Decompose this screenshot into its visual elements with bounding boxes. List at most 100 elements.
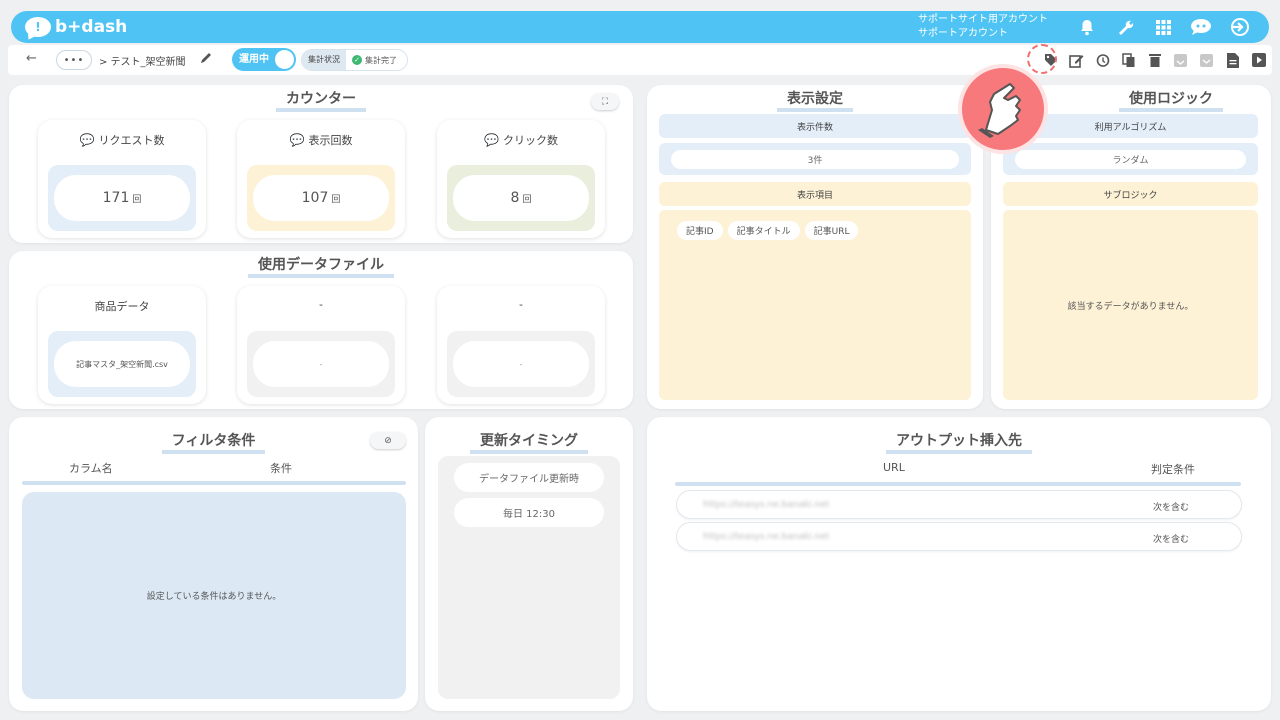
counter-impressions: 💬 表示回数 107 回 bbox=[237, 120, 405, 238]
expand-icon[interactable]: ⛶ bbox=[591, 93, 619, 110]
datafile-value-box: 記事マスタ_架空新聞.csv bbox=[48, 331, 196, 397]
chat-robot-icon[interactable] bbox=[1189, 16, 1213, 38]
document-icon[interactable] bbox=[1223, 51, 1242, 69]
counter-unit: 回 bbox=[522, 194, 532, 205]
timing-area: データファイル更新時 毎日 12:30 bbox=[438, 456, 620, 699]
display-settings-card: 表示設定 表示件数 3件 表示項目 記事ID 記事タイトル 記事URL bbox=[647, 85, 983, 409]
display-chip: 記事タイトル bbox=[727, 221, 800, 240]
output-col-condition: 判定条件 bbox=[1151, 463, 1195, 476]
operation-toggle[interactable]: 運用中 bbox=[232, 48, 296, 71]
aggregate-status: 集計状況 ✓ 集計完了 bbox=[301, 49, 408, 71]
timing-item: データファイル更新時 bbox=[454, 463, 604, 492]
unarchive-icon[interactable] bbox=[1197, 51, 1216, 69]
display-chip: 記事ID bbox=[677, 221, 723, 240]
action-toolbar bbox=[1041, 51, 1268, 69]
bell-icon[interactable] bbox=[1075, 16, 1099, 38]
breadcrumb-bar: ← ••• > テスト_架空新聞 運用中 集計状況 ✓ 集計完了 bbox=[8, 45, 1272, 75]
tag-icon-highlight bbox=[1027, 44, 1057, 74]
display-count-head: 表示件数 bbox=[659, 114, 971, 138]
filter-empty-text: 設定している条件はありません。 bbox=[146, 592, 282, 602]
counter-value-box: 8回 bbox=[447, 165, 595, 231]
datafile-label: 商品データ bbox=[94, 300, 150, 313]
chat-icon: 💬 bbox=[484, 133, 499, 147]
account-line-2: サポートアカウント bbox=[918, 28, 1008, 39]
counter-value: 171 bbox=[102, 190, 130, 206]
counter-clicks: 💬 クリック数 8回 bbox=[437, 120, 605, 238]
counter-value-box: 107 回 bbox=[247, 165, 395, 231]
pointing-hand-icon bbox=[958, 64, 1048, 154]
account-line-1: サポートサイト用アカウント bbox=[918, 14, 1048, 25]
output-header-line bbox=[675, 482, 1241, 486]
counter-label: 表示回数 bbox=[308, 134, 353, 147]
datafile-label: - bbox=[319, 298, 323, 311]
wrench-icon[interactable] bbox=[1113, 16, 1137, 38]
output-col-url: URL bbox=[883, 461, 905, 474]
counter-requests: 💬 リクエスト数 171 回 bbox=[38, 120, 206, 238]
back-arrow-icon[interactable]: ← bbox=[26, 51, 37, 66]
output-row[interactable]: https://teasys.ne.banaki.net 次を含む bbox=[676, 522, 1242, 551]
output-row[interactable]: https://teasys.ne.banaki.net 次を含む bbox=[676, 490, 1242, 519]
counter-label: クリック数 bbox=[502, 134, 558, 147]
datafile-value[interactable]: 記事マスタ_架空新聞.csv bbox=[54, 341, 190, 387]
counter-card: カウンター ⛶ 💬 リクエスト数 171 回 💬 表示回数 107 回 💬 クリック数 8… bbox=[9, 85, 633, 243]
logic-sub-area: 該当するデータがありません。 bbox=[1003, 210, 1258, 400]
logo-text: b+dash bbox=[55, 17, 128, 37]
timing-card: 更新タイミング データファイル更新時 毎日 12:30 bbox=[425, 417, 633, 711]
datafile-item: - - bbox=[237, 286, 405, 404]
datafile-label: - bbox=[519, 298, 523, 311]
output-url: https://teasys.ne.banaki.net bbox=[703, 532, 830, 542]
breadcrumb: > テスト_架空新聞 bbox=[99, 57, 186, 68]
copy-icon[interactable] bbox=[1119, 51, 1138, 69]
counter-value-box: 171 回 bbox=[48, 165, 196, 231]
history-icon[interactable] bbox=[1093, 51, 1112, 69]
toggle-knob bbox=[275, 50, 294, 69]
output-condition: 次を含む bbox=[1153, 535, 1190, 545]
logic-algo-value: ランダム bbox=[1015, 150, 1246, 169]
counter-unit: 回 bbox=[331, 194, 341, 205]
datafile-value-box: - bbox=[447, 331, 595, 397]
output-card: アウトプット挿入先 URL 判定条件 https://teasys.ne.ban… bbox=[647, 417, 1271, 711]
delete-icon[interactable] bbox=[1145, 51, 1164, 69]
pencil-icon[interactable] bbox=[200, 51, 213, 68]
chat-icon: 💬 bbox=[79, 133, 95, 147]
filter-col-condition: 条件 bbox=[270, 462, 292, 475]
datafile-value-box: - bbox=[247, 331, 395, 397]
filter-title: フィルタ条件 bbox=[9, 432, 418, 454]
counter-title: カウンター bbox=[9, 90, 633, 112]
filter-card: フィルタ条件 ⊘ カラム名 条件 設定している条件はありません。 bbox=[9, 417, 418, 711]
output-condition: 次を含む bbox=[1153, 503, 1190, 513]
breadcrumb-more-button[interactable]: ••• bbox=[56, 50, 92, 70]
output-title: アウトプット挿入先 bbox=[647, 432, 1271, 454]
status-value: 集計完了 bbox=[365, 55, 397, 65]
archive-icon[interactable] bbox=[1171, 51, 1190, 69]
counter-value: 8 bbox=[510, 190, 520, 206]
datafile-item: - - bbox=[437, 286, 605, 404]
account-info[interactable]: サポートサイト用アカウント サポートアカウント bbox=[918, 13, 1048, 41]
grid-icon[interactable] bbox=[1151, 16, 1175, 38]
edit-icon[interactable] bbox=[1067, 51, 1086, 69]
logo-bubble-icon: ! bbox=[25, 17, 51, 37]
logout-icon[interactable] bbox=[1227, 16, 1251, 38]
counter-value: 107 bbox=[301, 190, 329, 206]
status-value-wrap: ✓ 集計完了 bbox=[346, 55, 407, 66]
display-count-value: 3件 bbox=[671, 150, 959, 169]
datafile-item: 商品データ 記事マスタ_架空新聞.csv bbox=[38, 286, 206, 404]
logic-sub-head: サブロジック bbox=[1003, 182, 1258, 206]
app-logo[interactable]: ! b+dash bbox=[25, 17, 127, 37]
counter-unit: 回 bbox=[132, 194, 142, 205]
play-icon[interactable] bbox=[1249, 51, 1268, 69]
filter-empty-area: 設定している条件はありません。 bbox=[22, 492, 406, 699]
status-label: 集計状況 bbox=[302, 50, 346, 70]
timing-item: 毎日 12:30 bbox=[454, 498, 604, 527]
display-title: 表示設定 bbox=[647, 90, 983, 112]
filter-col-column: カラム名 bbox=[69, 462, 113, 475]
logic-sub-empty: 該当するデータがありません。 bbox=[1067, 301, 1194, 312]
display-items-head: 表示項目 bbox=[659, 182, 971, 206]
datafile-value: - bbox=[253, 341, 389, 387]
datafile-card: 使用データファイル 商品データ 記事マスタ_架空新聞.csv - - - - bbox=[9, 251, 633, 409]
datafile-value: - bbox=[453, 341, 589, 387]
datafile-title: 使用データファイル bbox=[9, 256, 633, 278]
filter-off-icon[interactable]: ⊘ bbox=[370, 432, 406, 449]
chat-icon: 💬 bbox=[289, 133, 305, 147]
display-items-area: 記事ID 記事タイトル 記事URL bbox=[659, 210, 971, 400]
